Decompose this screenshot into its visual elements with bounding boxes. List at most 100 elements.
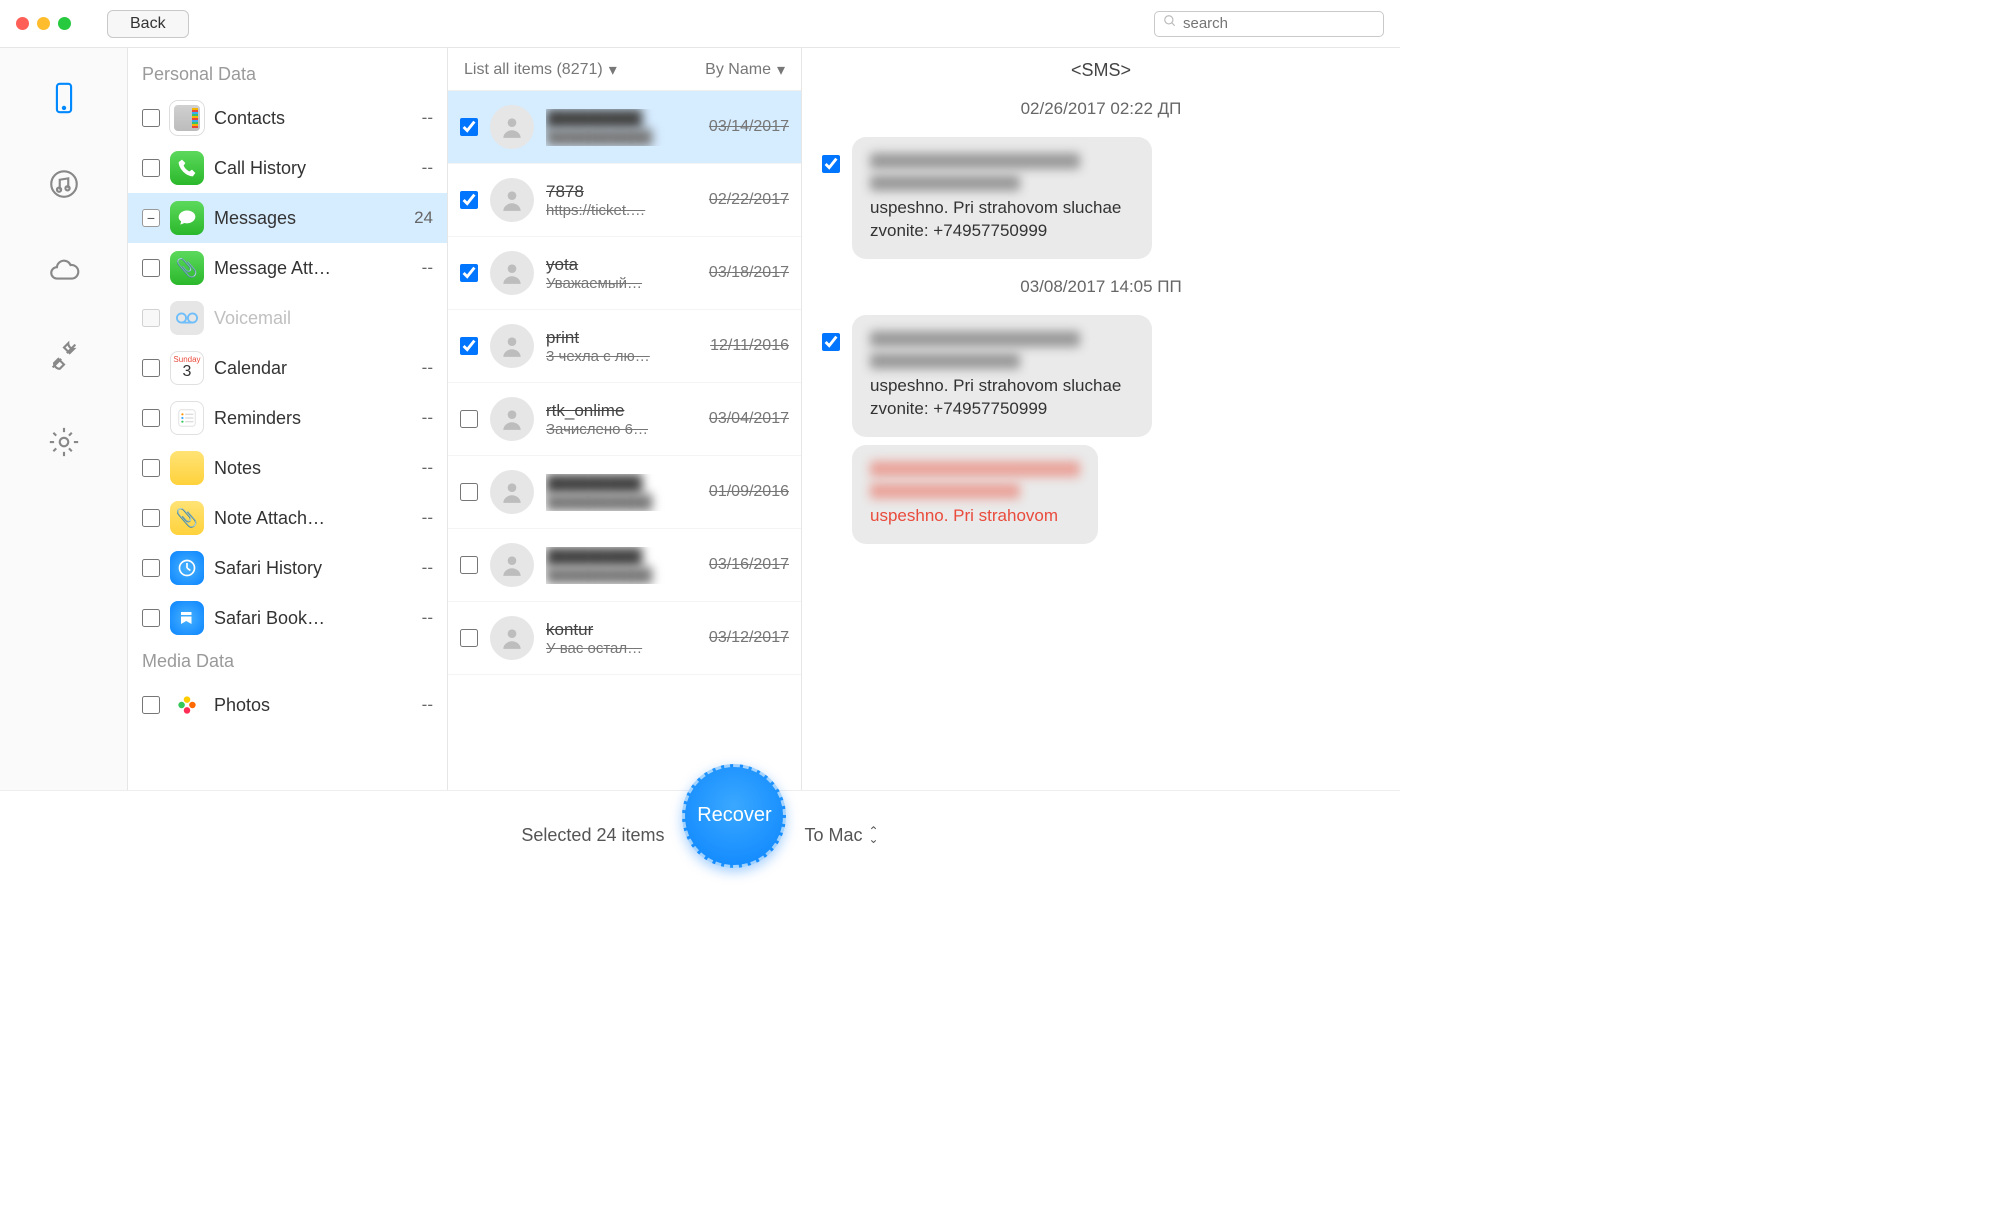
category-notes[interactable]: Notes -- xyxy=(128,443,447,493)
category-checkbox[interactable] xyxy=(142,359,160,377)
message-bubble-row: uspeshno. Pri strahovom xyxy=(822,445,1340,544)
message-row[interactable]: yotaУважаемый… 03/18/2017 xyxy=(448,237,801,310)
category-label: Note Attach… xyxy=(214,508,412,529)
nav-tools[interactable] xyxy=(42,334,86,378)
message-row-text: rtk_onlimeЗачислено 6… xyxy=(546,401,697,438)
message-row[interactable]: 7878https://ticket.…02/22/2017 xyxy=(448,164,801,237)
avatar-icon xyxy=(490,324,534,368)
redacted-text xyxy=(870,175,1020,191)
category-checkbox[interactable] xyxy=(142,109,160,127)
category-photos[interactable]: Photos -- xyxy=(128,680,447,730)
message-preview: ██████████ xyxy=(546,567,697,584)
recover-target-dropdown[interactable]: To Mac ⌃⌄ xyxy=(804,825,878,846)
back-button[interactable]: Back xyxy=(107,10,189,38)
recover-target-label: To Mac xyxy=(804,825,862,846)
message-bubble[interactable]: uspeshno. Pri strahovom xyxy=(852,445,1098,544)
category-checkbox[interactable] xyxy=(142,259,160,277)
message-row[interactable]: ██████████████████ 01/09/2016 xyxy=(448,456,801,529)
titlebar: Back xyxy=(0,0,1400,48)
message-date: 12/11/2016 xyxy=(710,337,789,355)
category-checkbox[interactable] xyxy=(142,459,160,477)
category-checkbox[interactable] xyxy=(142,609,160,627)
message-checkbox[interactable] xyxy=(822,155,840,173)
nav-device[interactable] xyxy=(42,76,86,120)
category-label: Notes xyxy=(214,458,412,479)
search-input-container[interactable] xyxy=(1154,11,1384,37)
category-safari-history[interactable]: Safari History -- xyxy=(128,543,447,593)
category-count: -- xyxy=(422,158,433,178)
message-row-checkbox[interactable] xyxy=(460,264,478,282)
category-count: -- xyxy=(422,608,433,628)
message-row-text: yotaУважаемый… xyxy=(546,255,697,292)
category-messages[interactable]: − Messages 24 xyxy=(128,193,447,243)
category-checkbox[interactable] xyxy=(142,559,160,577)
message-row-checkbox[interactable] xyxy=(460,556,478,574)
message-row[interactable]: ██████████████████ 03/16/2017 xyxy=(448,529,801,602)
category-count: -- xyxy=(422,508,433,528)
message-row-checkbox[interactable] xyxy=(460,191,478,209)
category-checkbox xyxy=(142,309,160,327)
message-sender: 7878 xyxy=(546,182,697,202)
message-bubble[interactable]: uspeshno. Pri strahovom sluchae zvonite:… xyxy=(852,315,1152,437)
category-checkbox[interactable] xyxy=(142,159,160,177)
message-row[interactable]: rtk_onlimeЗачислено 6…03/04/2017 xyxy=(448,383,801,456)
maximize-window-icon[interactable] xyxy=(58,17,71,30)
message-row-checkbox[interactable] xyxy=(460,629,478,647)
category-voicemail: Voicemail xyxy=(128,293,447,343)
message-row[interactable]: print3 чехла с лю…12/11/2016 xyxy=(448,310,801,383)
filter-dropdown[interactable]: List all items (8271)▾ xyxy=(464,60,617,80)
category-checkbox-indeterminate[interactable]: − xyxy=(142,209,160,227)
message-sender: ████████ xyxy=(546,547,697,567)
search-input[interactable] xyxy=(1183,15,1382,32)
message-bubble[interactable]: uspeshno. Pri strahovom sluchae zvonite:… xyxy=(852,137,1152,259)
category-call-history[interactable]: Call History -- xyxy=(128,143,447,193)
category-message-attachments[interactable]: 📎 Message Att… -- xyxy=(128,243,447,293)
filter-label: List all items (8271) xyxy=(464,61,603,79)
recover-button[interactable]: Recover xyxy=(682,764,786,868)
message-date: 01/09/2016 xyxy=(709,483,789,501)
message-row[interactable]: konturУ вас остал…03/12/2017 xyxy=(448,602,801,675)
message-row-checkbox[interactable] xyxy=(460,483,478,501)
message-date: 03/16/2017 xyxy=(709,556,789,574)
redacted-text xyxy=(870,461,1080,477)
message-date: 03/14/2017 xyxy=(709,118,789,136)
message-list[interactable]: ██████████████████03/14/20177878https://… xyxy=(448,91,801,790)
message-date: 03/18/2017 xyxy=(709,264,789,282)
section-personal-header: Personal Data xyxy=(128,56,447,93)
category-safari-bookmarks[interactable]: Safari Book… -- xyxy=(128,593,447,643)
message-row-checkbox[interactable] xyxy=(460,410,478,428)
message-sender: kontur xyxy=(546,620,697,640)
category-checkbox[interactable] xyxy=(142,409,160,427)
message-preview: ██████████ xyxy=(546,129,697,146)
message-row[interactable]: ██████████████████ 03/14/2017 xyxy=(448,91,801,164)
category-checkbox[interactable] xyxy=(142,696,160,714)
message-bubble-row: uspeshno. Pri strahovom sluchae zvonite:… xyxy=(822,315,1340,437)
category-contacts[interactable]: Contacts -- xyxy=(128,93,447,143)
detail-title: <SMS> xyxy=(822,60,1380,81)
message-row-text: ██████████████████ xyxy=(546,474,697,511)
category-note-attachments[interactable]: 📎 Note Attach… -- xyxy=(128,493,447,543)
category-reminders[interactable]: Reminders -- xyxy=(128,393,447,443)
nav-settings[interactable] xyxy=(42,420,86,464)
category-checkbox[interactable] xyxy=(142,509,160,527)
avatar-icon xyxy=(490,470,534,514)
timestamp: 02/26/2017 02:22 ДП xyxy=(822,99,1380,119)
message-text: uspeshno. Pri strahovom sluchae zvonite:… xyxy=(870,197,1134,243)
sort-dropdown[interactable]: By Name▾ xyxy=(705,60,785,80)
phone-icon xyxy=(170,151,204,185)
message-row-checkbox[interactable] xyxy=(460,118,478,136)
nav-itunes[interactable] xyxy=(42,162,86,206)
message-checkbox[interactable] xyxy=(822,333,840,351)
message-row-checkbox[interactable] xyxy=(460,337,478,355)
sort-label: By Name xyxy=(705,61,771,79)
category-calendar[interactable]: Sunday3 Calendar -- xyxy=(128,343,447,393)
message-preview: У вас остал… xyxy=(546,640,697,657)
redacted-text xyxy=(870,483,1020,499)
minimize-window-icon[interactable] xyxy=(37,17,50,30)
close-window-icon[interactable] xyxy=(16,17,29,30)
nav-icloud[interactable] xyxy=(42,248,86,292)
message-sender: ████████ xyxy=(546,109,697,129)
message-detail-panel: <SMS> 02/26/2017 02:22 ДП uspeshno. Pri … xyxy=(802,48,1400,790)
reminders-icon xyxy=(170,401,204,435)
category-label: Contacts xyxy=(214,108,412,129)
